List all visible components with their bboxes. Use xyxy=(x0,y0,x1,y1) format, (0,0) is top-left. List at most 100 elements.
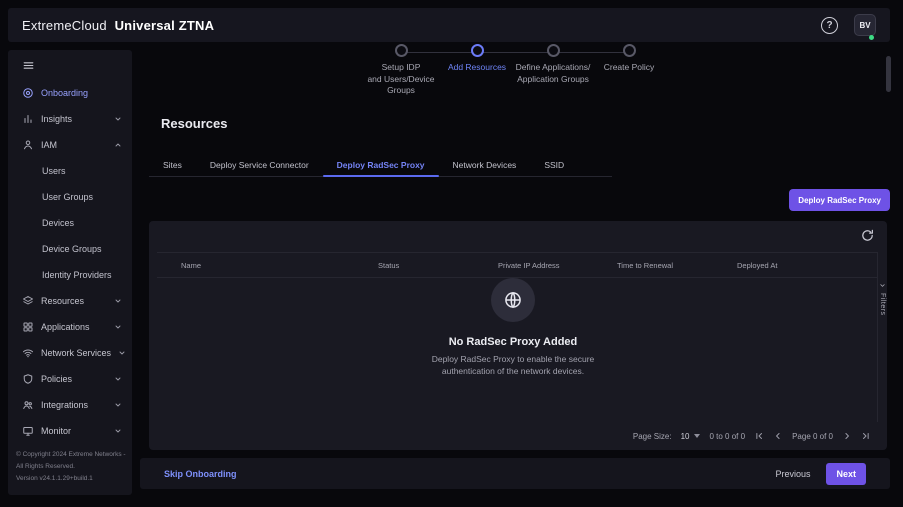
applications-icon xyxy=(22,321,34,333)
chevron-down-icon xyxy=(879,282,886,289)
sidebar-item-insights[interactable]: Insights xyxy=(8,106,132,132)
filters-label: Filters xyxy=(879,293,886,316)
tab-label: Deploy Service Connector xyxy=(210,160,309,170)
sidebar-subitem-label: User Groups xyxy=(42,192,93,202)
chevron-down-icon xyxy=(114,375,122,383)
sidebar-item-onboarding[interactable]: Onboarding xyxy=(8,80,132,106)
sidebar-item-label: Policies xyxy=(41,374,72,384)
empty-state-description: Deploy RadSec Proxy to enable the secure… xyxy=(407,354,619,377)
chevron-down-icon xyxy=(114,401,122,409)
iam-icon xyxy=(22,139,34,151)
wifi-icon xyxy=(22,347,34,359)
brand-bold: Universal ZTNA xyxy=(115,18,215,33)
menu-toggle-button[interactable] xyxy=(8,50,132,80)
integrations-icon xyxy=(22,399,34,411)
stepper-step-create-policy[interactable]: Create Policy xyxy=(591,44,667,97)
sidebar-item-network-services[interactable]: Network Services xyxy=(8,340,132,366)
sidebar-item-policies[interactable]: Policies xyxy=(8,366,132,392)
step-icon xyxy=(547,44,560,57)
column-header-name: Name xyxy=(157,261,378,270)
pagination: Page Size: 10 0 to 0 of 0 Page 0 of 0 xyxy=(633,431,871,441)
tab-deploy-service-connector[interactable]: Deploy Service Connector xyxy=(196,154,323,176)
pagination-page-text: Page 0 of 0 xyxy=(792,432,833,441)
page-title: Resources xyxy=(161,116,227,131)
sidebar-item-device-groups[interactable]: Device Groups xyxy=(8,236,132,262)
sidebar-item-user-groups[interactable]: User Groups xyxy=(8,184,132,210)
sidebar-item-iam[interactable]: IAM xyxy=(8,132,132,158)
empty-state-title: No RadSec Proxy Added xyxy=(149,336,877,348)
pagination-range-text: 0 to 0 of 0 xyxy=(709,432,745,441)
deploy-radsec-proxy-button[interactable]: Deploy RadSec Proxy xyxy=(789,189,890,211)
sidebar-item-devices[interactable]: Devices xyxy=(8,210,132,236)
column-header-time-to-renewal: Time to Renewal xyxy=(617,261,737,270)
copyright-text: © Copyright 2024 Extreme Networks - All … xyxy=(8,449,132,495)
sidebar-item-applications[interactable]: Applications xyxy=(8,314,132,340)
refresh-button[interactable] xyxy=(860,228,875,243)
shield-icon xyxy=(22,373,34,385)
first-page-button[interactable] xyxy=(754,431,764,441)
caret-down-icon xyxy=(694,434,700,438)
sidebar-item-resources[interactable]: Resources xyxy=(8,288,132,314)
tab-bar: Sites Deploy Service Connector Deploy Ra… xyxy=(149,154,612,177)
stepper-step-add-resources[interactable]: Add Resources xyxy=(439,44,515,97)
tab-ssid[interactable]: SSID xyxy=(530,154,578,176)
sidebar-item-identity-providers[interactable]: Identity Providers xyxy=(8,262,132,288)
app-title: ExtremeCloud Universal ZTNA xyxy=(22,18,214,33)
page-size-select[interactable]: 10 xyxy=(681,432,701,441)
scrollbar[interactable] xyxy=(886,56,891,92)
sidebar-item-label: Network Services xyxy=(41,348,111,358)
sidebar: Onboarding Insights IAM Users User Group… xyxy=(8,50,132,495)
chevron-down-icon xyxy=(114,323,122,331)
tab-network-devices[interactable]: Network Devices xyxy=(439,154,531,176)
help-icon[interactable]: ? xyxy=(821,17,838,34)
sidebar-item-label: Resources xyxy=(41,296,84,306)
monitor-icon xyxy=(22,425,34,437)
tab-label: Sites xyxy=(163,160,182,170)
copyright-line: © Copyright 2024 Extreme Networks - xyxy=(16,449,128,461)
stepper-step-define-applications[interactable]: Define Applications/ Application Groups xyxy=(515,44,591,97)
brand-regular: ExtremeCloud xyxy=(22,18,107,33)
column-header-deployed-at: Deployed At xyxy=(737,261,877,270)
skip-onboarding-link[interactable]: Skip Onboarding xyxy=(164,469,237,479)
next-button[interactable]: Next xyxy=(826,463,866,485)
onboarding-stepper: Setup IDP and Users/Device Groups Add Re… xyxy=(140,44,890,97)
column-header-status: Status xyxy=(378,261,498,270)
step-label: Setup IDP and Users/Device Groups xyxy=(367,62,434,97)
sidebar-item-integrations[interactable]: Integrations xyxy=(8,392,132,418)
tab-sites[interactable]: Sites xyxy=(149,154,196,176)
chevron-down-icon xyxy=(118,349,126,357)
resources-icon xyxy=(22,295,34,307)
step-icon xyxy=(471,44,484,57)
version-text: Version v24.1.1.29+build.1 xyxy=(16,473,128,485)
app-header: ExtremeCloud Universal ZTNA ? BV xyxy=(8,8,890,42)
avatar[interactable]: BV xyxy=(854,14,876,36)
sidebar-item-label: Onboarding xyxy=(41,88,88,98)
tab-label: Deploy RadSec Proxy xyxy=(337,160,425,170)
online-status-dot xyxy=(869,35,874,40)
sidebar-item-monitor[interactable]: Monitor xyxy=(8,418,132,444)
table-header-row: Name Status Private IP Address Time to R… xyxy=(157,252,877,278)
previous-button[interactable]: Previous xyxy=(775,469,810,479)
step-label: Define Applications/ Application Groups xyxy=(516,62,591,85)
last-page-button[interactable] xyxy=(861,431,871,441)
onboarding-icon xyxy=(22,87,34,99)
tab-label: SSID xyxy=(544,160,564,170)
chevron-down-icon xyxy=(114,115,122,123)
sidebar-item-label: Applications xyxy=(41,322,90,332)
sidebar-item-label: Monitor xyxy=(41,426,71,436)
hamburger-icon xyxy=(22,59,35,72)
stepper-step-setup-idp[interactable]: Setup IDP and Users/Device Groups xyxy=(363,44,439,97)
radsec-proxy-table-panel: Name Status Private IP Address Time to R… xyxy=(149,221,887,450)
filters-panel-toggle[interactable]: Filters xyxy=(877,252,887,422)
help-glyph: ? xyxy=(826,20,832,31)
tab-deploy-radsec-proxy[interactable]: Deploy RadSec Proxy xyxy=(323,154,439,176)
previous-page-button[interactable] xyxy=(773,431,783,441)
step-label: Add Resources xyxy=(448,62,506,74)
sidebar-item-users[interactable]: Users xyxy=(8,158,132,184)
next-page-button[interactable] xyxy=(842,431,852,441)
sidebar-subitem-label: Devices xyxy=(42,218,74,228)
page-size-label: Page Size: xyxy=(633,432,672,441)
sidebar-subitem-label: Users xyxy=(42,166,66,176)
page-size-value: 10 xyxy=(681,432,690,441)
empty-state: No RadSec Proxy Added Deploy RadSec Prox… xyxy=(149,278,877,377)
